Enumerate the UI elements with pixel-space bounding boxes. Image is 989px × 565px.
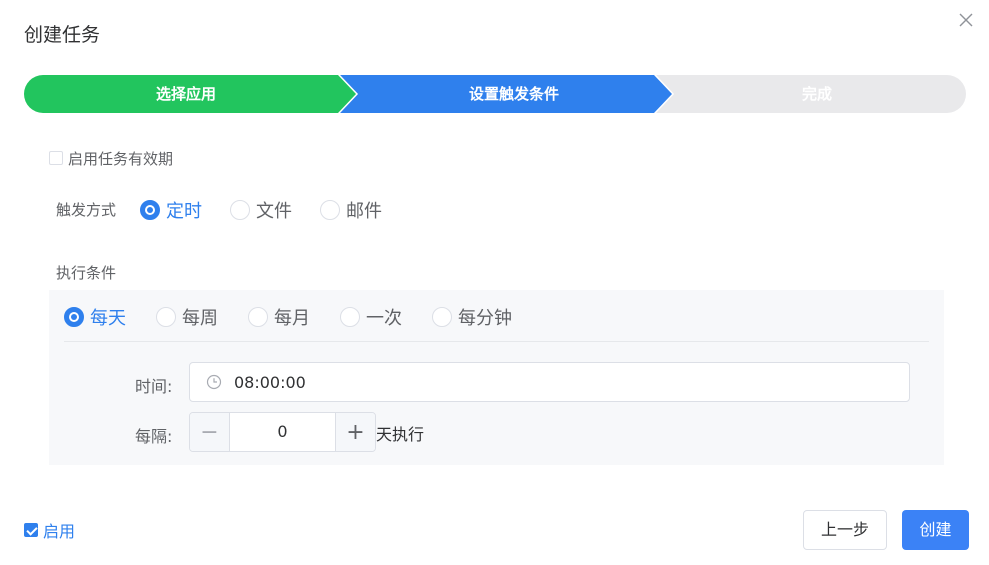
trigger-option-mail[interactable]: 邮件 — [320, 197, 382, 223]
interval-stepper[interactable]: − 0 + — [189, 412, 376, 452]
frequency-radio-group: 每天 每周 每月 一次 每分钟 — [64, 304, 512, 330]
radio-dot[interactable] — [230, 200, 250, 220]
trigger-radio-group: 定时 文件 邮件 — [140, 197, 382, 223]
radio-label: 一次 — [366, 308, 402, 329]
enable-label: 启用 — [43, 522, 76, 541]
radio-dot[interactable] — [64, 307, 84, 327]
step-complete[interactable]: 完成 — [672, 75, 962, 113]
frequency-option-daily[interactable]: 每天 — [64, 304, 126, 330]
radio-label: 每周 — [182, 308, 218, 329]
validity-checkbox[interactable]: 启用任务有效期 — [49, 148, 173, 168]
prev-step-button[interactable]: 上一步 — [803, 510, 887, 550]
time-label: 时间: — [135, 377, 173, 396]
enable-checkbox[interactable]: 启用 — [24, 520, 76, 541]
exec-label: 执行条件 — [56, 264, 117, 282]
frequency-option-minutely[interactable]: 每分钟 — [432, 304, 512, 330]
time-picker-input[interactable]: 08:00:00 — [189, 362, 910, 402]
interval-suffix: 天执行 — [376, 425, 425, 444]
panel-divider — [64, 341, 929, 342]
trigger-option-timer[interactable]: 定时 — [140, 197, 202, 223]
create-button[interactable]: 创建 — [902, 510, 969, 550]
radio-label: 每月 — [274, 308, 310, 329]
radio-label: 定时 — [166, 201, 202, 222]
validity-checkbox-box[interactable] — [49, 151, 63, 165]
time-value: 08:00:00 — [234, 372, 306, 392]
step-select-app[interactable]: 选择应用 — [24, 75, 348, 113]
radio-dot[interactable] — [340, 307, 360, 327]
interval-label: 每隔: — [135, 427, 173, 446]
radio-dot[interactable] — [432, 307, 452, 327]
increment-button[interactable]: + — [335, 413, 375, 451]
interval-input[interactable]: 0 — [230, 413, 335, 451]
radio-dot[interactable] — [248, 307, 268, 327]
radio-label: 文件 — [256, 201, 292, 222]
radio-dot[interactable] — [156, 307, 176, 327]
frequency-option-monthly[interactable]: 每月 — [248, 304, 310, 330]
radio-label: 邮件 — [346, 201, 382, 222]
trigger-option-file[interactable]: 文件 — [230, 197, 292, 223]
steps-bar: 选择应用 设置触发条件 完成 — [24, 75, 966, 113]
radio-dot[interactable] — [320, 200, 340, 220]
exec-panel: 每天 每周 每月 一次 每分钟 时间: 08:00:00 每隔: − 0 + 天… — [49, 290, 944, 465]
trigger-label: 触发方式 — [56, 201, 117, 219]
dialog-title: 创建任务 — [24, 24, 101, 46]
close-icon[interactable] — [957, 11, 975, 29]
create-task-dialog: 创建任务 选择应用 设置触发条件 完成 启用任务有效期 触发方式 定时 文件 邮… — [0, 0, 989, 565]
radio-dot[interactable] — [140, 200, 160, 220]
radio-label: 每天 — [90, 308, 126, 329]
decrement-button[interactable]: − — [190, 413, 230, 451]
enable-checkbox-box[interactable] — [24, 523, 38, 537]
radio-label: 每分钟 — [458, 308, 512, 329]
frequency-option-weekly[interactable]: 每周 — [156, 304, 218, 330]
frequency-option-once[interactable]: 一次 — [340, 304, 402, 330]
validity-label: 启用任务有效期 — [68, 149, 174, 168]
clock-icon — [206, 374, 222, 390]
step-set-trigger[interactable]: 设置触发条件 — [356, 75, 672, 113]
